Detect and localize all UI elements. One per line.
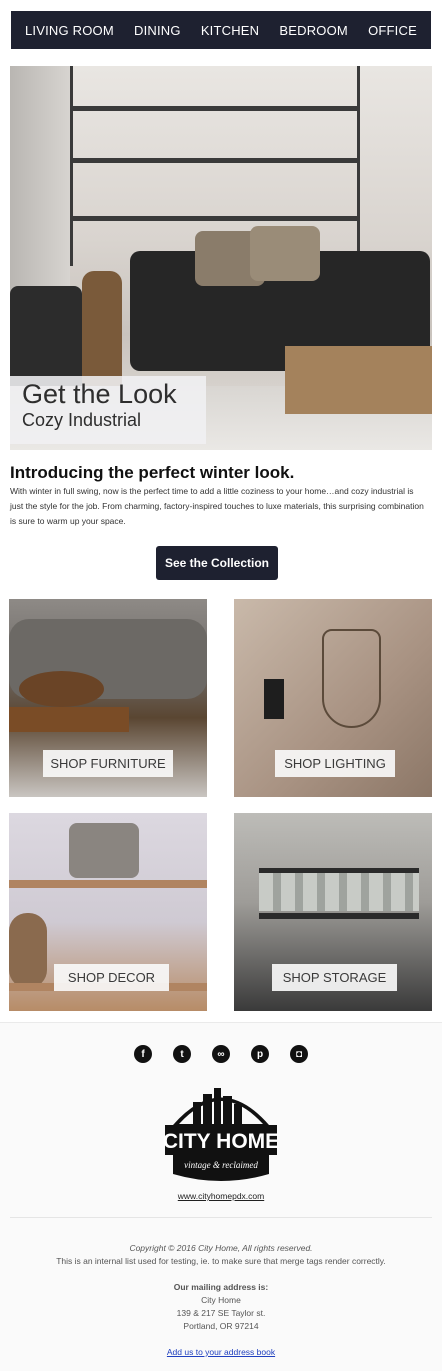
bookends-shape [69, 823, 139, 878]
table-shape [9, 707, 129, 732]
instagram-icon[interactable]: ◘ [290, 1045, 308, 1063]
city-home-logo[interactable]: CITY HOME vintage & reclaimed [163, 1080, 279, 1184]
facebook-icon[interactable]: f [134, 1045, 152, 1063]
hero-title: Get the Look [22, 379, 177, 409]
address-book-link[interactable]: Add us to your address book [0, 1347, 442, 1357]
address-street: 139 & 217 SE Taylor st. [176, 1308, 266, 1318]
hero-pillow [250, 226, 320, 281]
logo-mark: CITY HOME vintage & reclaimed [163, 1088, 279, 1181]
intro-heading: Introducing the perfect winter look. [10, 463, 295, 482]
logo-tagline: vintage & reclaimed [184, 1160, 258, 1170]
shop-furniture-label: SHOP FURNITURE [43, 750, 173, 777]
shop-lighting-tile[interactable]: SHOP LIGHTING [234, 599, 432, 797]
link-icon[interactable]: ∞ [212, 1045, 230, 1063]
nav-item-bedroom[interactable]: BEDROOM [279, 23, 348, 38]
nav-item-office[interactable]: OFFICE [368, 23, 417, 38]
address-city: Portland, OR 97214 [183, 1321, 259, 1331]
lamp-cage-shape [322, 629, 381, 728]
shelf-shape [9, 880, 207, 888]
rack-shelf-shape [259, 913, 419, 919]
shop-furniture-tile[interactable]: SHOP FURNITURE [9, 599, 207, 797]
list-note-text: This is an internal list used for testin… [56, 1256, 386, 1266]
nav-item-living-room[interactable]: LIVING ROOM [25, 23, 114, 38]
copyright-text: Copyright © 2016 City Home, All rights r… [129, 1243, 313, 1253]
mailing-address-heading: Our mailing address is: [173, 1282, 269, 1292]
jars-shape [259, 873, 419, 911]
shop-decor-label: SHOP DECOR [54, 964, 169, 991]
address-name: City Home [201, 1295, 241, 1305]
intro-body: With winter in full swing, now is the pe… [10, 486, 424, 526]
bowl-shape [19, 671, 104, 707]
top-navigation: LIVING ROOM DINING KITCHEN BEDROOM OFFIC… [11, 11, 431, 49]
website-link[interactable]: www.cityhomepdx.com [0, 1191, 442, 1201]
logo-name: CITY HOME [163, 1130, 279, 1153]
shop-decor-tile[interactable]: SHOP DECOR [9, 813, 207, 1011]
hero-shelf-post [357, 66, 360, 266]
pinterest-icon[interactable]: p [251, 1045, 269, 1063]
hero-image[interactable]: Get the Look Cozy Industrial [10, 66, 432, 450]
shop-storage-tile[interactable]: SHOP STORAGE [234, 813, 432, 1011]
hero-shelf [70, 216, 360, 221]
see-collection-button[interactable]: See the Collection [156, 546, 278, 580]
hero-shelf [70, 106, 360, 111]
shop-lighting-label: SHOP LIGHTING [275, 750, 395, 777]
lamp-base-shape [264, 679, 284, 719]
shop-storage-label: SHOP STORAGE [272, 964, 397, 991]
nav-item-kitchen[interactable]: KITCHEN [201, 23, 259, 38]
hero-shelf-post [70, 66, 73, 266]
nav-item-dining[interactable]: DINING [134, 23, 181, 38]
hero-subtitle: Cozy Industrial [22, 410, 142, 430]
twitter-icon[interactable]: t [173, 1045, 191, 1063]
hero-shelf [70, 158, 360, 163]
hero-coffee-table [285, 346, 432, 414]
footer-divider [10, 1217, 432, 1218]
bust-shape [9, 913, 47, 988]
